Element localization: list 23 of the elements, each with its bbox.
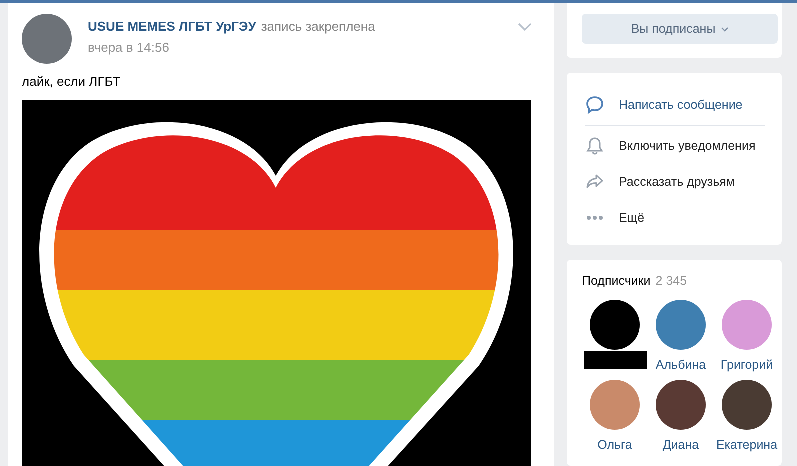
post-text: лайк, если ЛГБТ <box>22 74 122 89</box>
subscriber-name[interactable]: Григорий <box>720 358 774 372</box>
subscribers-title[interactable]: Подписчики <box>582 274 651 288</box>
redacted-name <box>584 351 646 369</box>
pinned-note: запись закреплена <box>261 19 376 34</box>
speech-bubble-icon <box>585 95 605 115</box>
more-dots-icon <box>586 215 604 221</box>
subscriber-name[interactable]: Диана <box>662 438 700 452</box>
bell-icon <box>585 136 605 156</box>
caret-icon <box>720 26 729 32</box>
subscriber-avatar[interactable] <box>656 380 706 430</box>
group-avatar[interactable] <box>22 14 72 64</box>
subscribers-count: 2 345 <box>656 274 688 288</box>
action-link[interactable]: Рассказать друзьям <box>585 164 767 200</box>
subscriber-avatar[interactable] <box>722 380 772 430</box>
action-link[interactable]: Написать сообщение <box>585 87 767 123</box>
subscriber-name[interactable]: Екатерина <box>716 438 778 452</box>
subscriber-name[interactable]: Ольга <box>598 438 632 452</box>
author-link[interactable]: USUE MEMES ЛГБТ УрГЭУ <box>88 19 256 34</box>
action-link[interactable]: Ещё <box>585 200 767 236</box>
subscribed-dropdown[interactable]: Вы подписаны <box>582 14 778 44</box>
action-link[interactable]: Включить уведомления <box>585 128 767 164</box>
subscriber-name[interactable]: Альбина <box>656 358 706 372</box>
